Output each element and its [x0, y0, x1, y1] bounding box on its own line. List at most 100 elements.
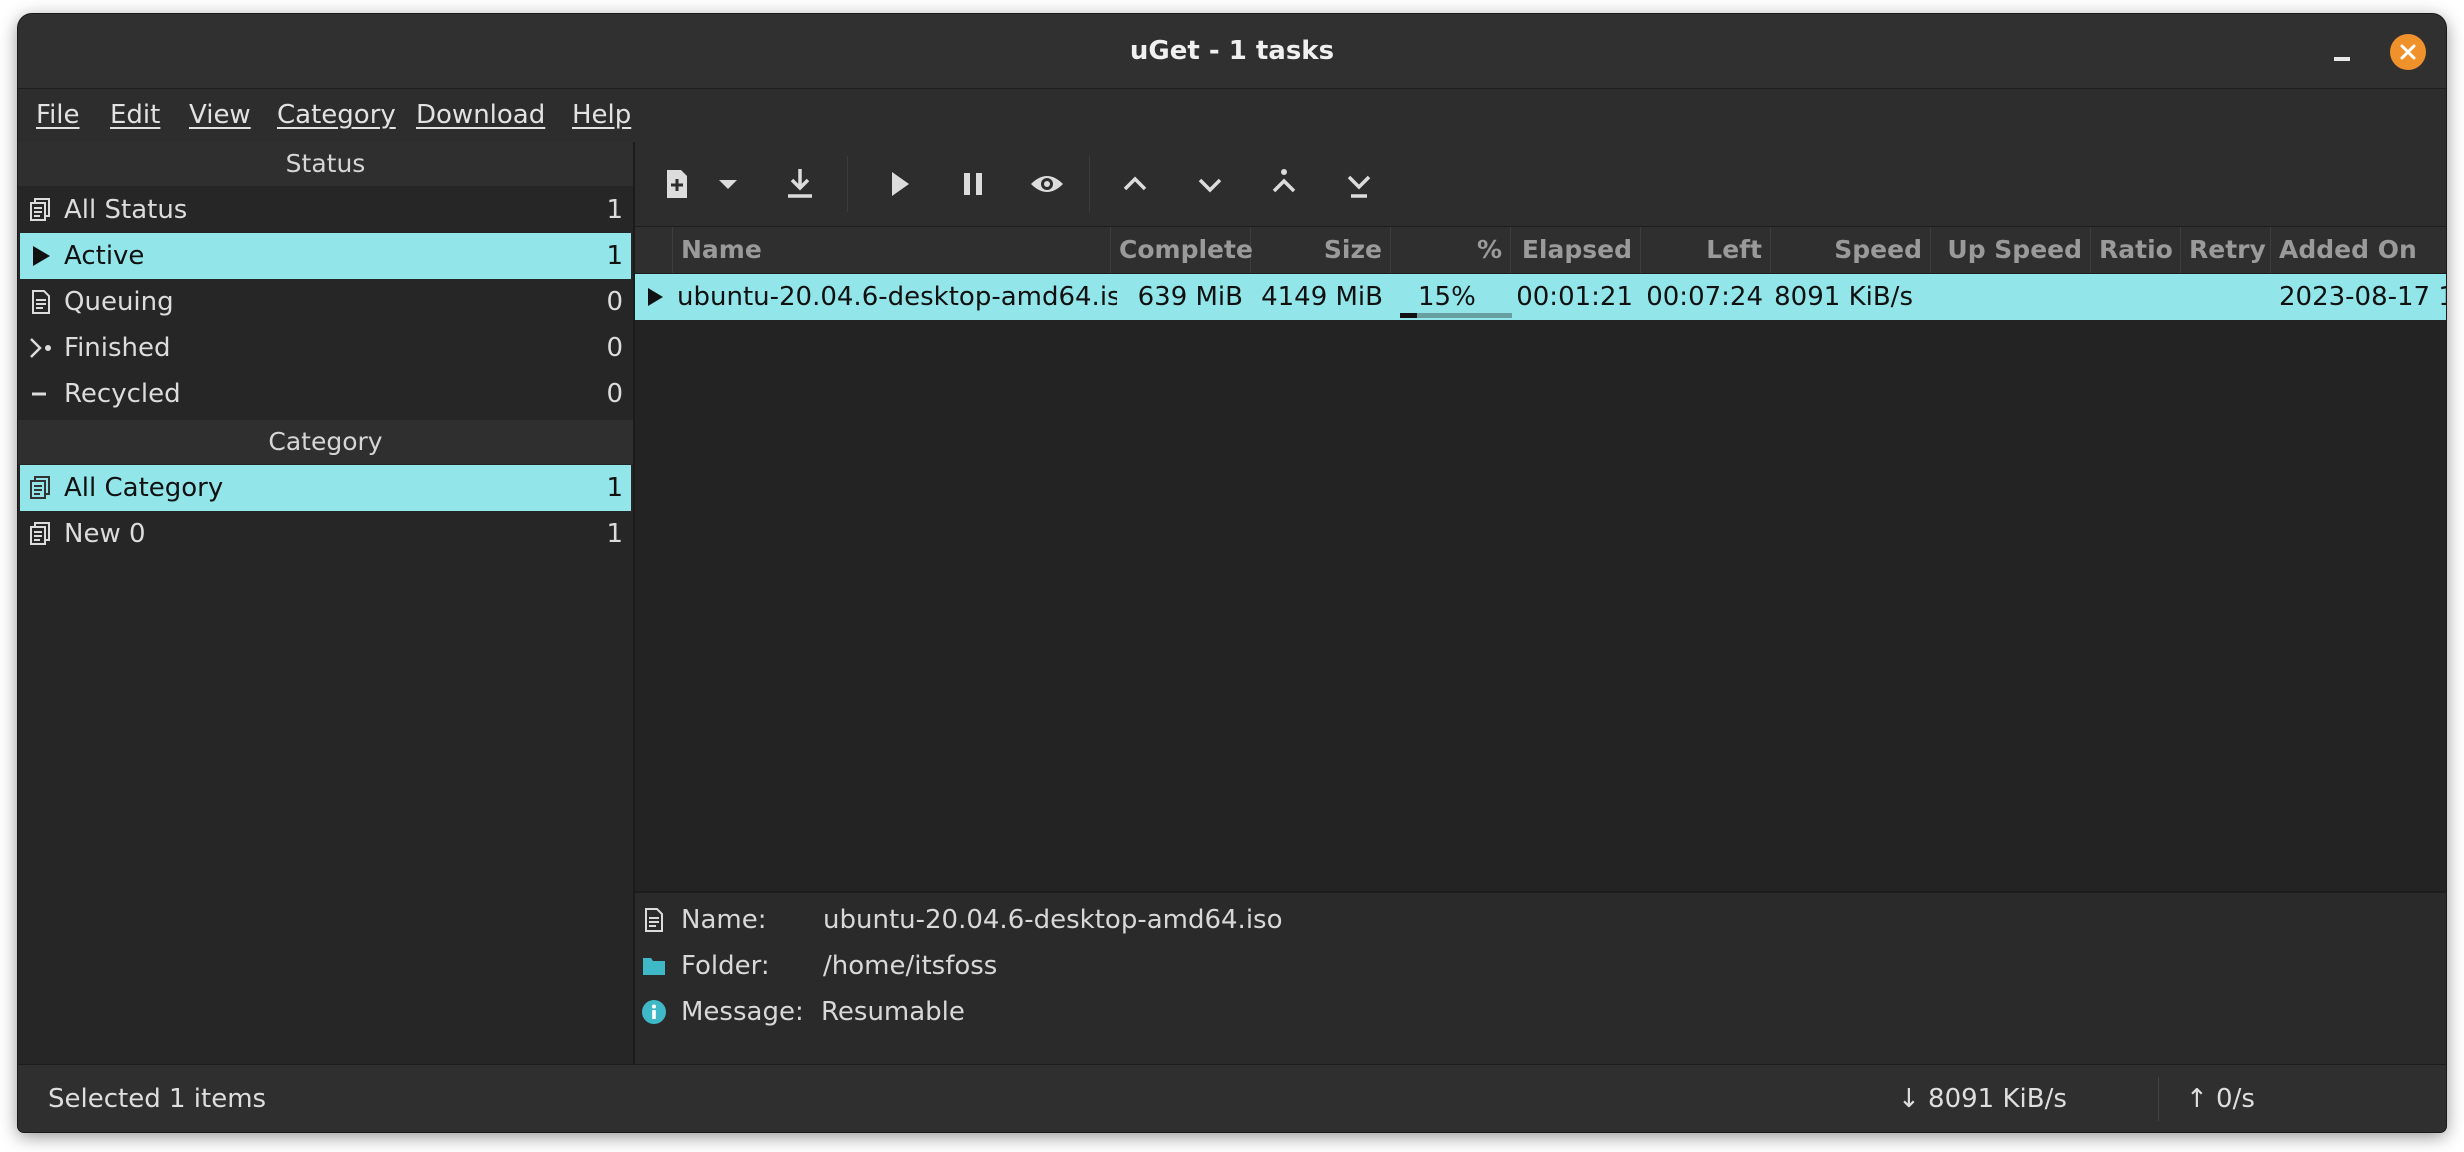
menu-view[interactable]: View	[189, 89, 251, 142]
menu-edit[interactable]: Edit	[110, 89, 160, 142]
sidebar-item-count: 1	[606, 511, 623, 557]
status-divider	[2158, 1077, 2159, 1121]
details-folder-value: /home/itsfoss	[823, 943, 997, 989]
move-bottom-button[interactable]	[1335, 160, 1383, 208]
details-pane: Name: ubuntu-20.04.6-desktop-amd64.iso F…	[635, 891, 2446, 1066]
column-header-status[interactable]	[635, 227, 673, 273]
sidebar-item-recycled[interactable]: Recycled 0	[20, 371, 631, 417]
document-icon	[641, 907, 667, 933]
task-list: ubuntu-20.04.6-desktop-amd64.iso 639 MiB…	[635, 274, 2446, 891]
column-header-percent[interactable]: %	[1391, 227, 1511, 273]
minimize-button[interactable]	[2326, 36, 2358, 68]
move-down-button[interactable]	[1186, 160, 1234, 208]
column-header-ratio[interactable]: Ratio	[2091, 227, 2181, 273]
task-name: ubuntu-20.04.6-desktop-amd64.iso	[677, 274, 1117, 320]
batch-download-button[interactable]	[776, 160, 824, 208]
move-up-button[interactable]	[1111, 160, 1159, 208]
menu-help[interactable]: Help	[572, 89, 631, 142]
task-added-on: 2023-08-17 14	[2279, 274, 2446, 320]
document-icon	[28, 289, 54, 315]
details-message-row: Message: Resumable	[635, 989, 2435, 1035]
sidebar-item-count: 1	[606, 465, 623, 511]
start-icon	[875, 160, 923, 208]
status-bar: Selected 1 items ↓ 8091 KiB/s ↑ 0/s	[18, 1064, 2446, 1132]
task-up-speed	[1931, 274, 2083, 320]
task-complete: 639 MiB	[1111, 274, 1243, 320]
column-header-up-speed[interactable]: Up Speed	[1931, 227, 2091, 273]
active-status-icon	[643, 285, 667, 309]
column-header-name[interactable]: Name	[673, 227, 1111, 273]
sidebar-item-count: 0	[606, 325, 623, 371]
column-header-speed[interactable]: Speed	[1771, 227, 1931, 273]
column-header-left[interactable]: Left	[1641, 227, 1771, 273]
column-header-added-on[interactable]: Added On	[2271, 227, 2446, 273]
category-header: Category	[18, 420, 633, 464]
column-header-complete[interactable]: Complete	[1111, 227, 1251, 273]
details-name-label: Name:	[681, 897, 766, 943]
menu-category[interactable]: Category	[277, 89, 396, 142]
sidebar-item-label: All Category	[64, 465, 223, 511]
task-left: 00:07:24	[1641, 274, 1763, 320]
documents-icon	[28, 475, 54, 501]
sidebar-item-new-0[interactable]: New 0 1	[20, 511, 631, 557]
move-top-button[interactable]	[1260, 160, 1308, 208]
details-folder-label: Folder:	[681, 943, 770, 989]
column-header-retry[interactable]: Retry	[2181, 227, 2271, 273]
move-up-icon	[1111, 160, 1159, 208]
move-down-icon	[1186, 160, 1234, 208]
sidebar-item-active[interactable]: Active 1	[20, 233, 631, 279]
download-speed: ↓ 8091 KiB/s	[1898, 1065, 2067, 1132]
new-download-menu-button[interactable]	[704, 160, 752, 208]
menu-bar: File Edit View Category Download Help	[18, 89, 2446, 142]
sidebar-item-all-status[interactable]: All Status 1	[20, 187, 631, 233]
sidebar-item-count: 0	[606, 371, 623, 417]
table-row[interactable]: ubuntu-20.04.6-desktop-amd64.iso 639 MiB…	[635, 274, 2446, 320]
task-list-header: Name Complete Size % Elapsed Left Speed …	[635, 227, 2446, 274]
title-bar[interactable]: uGet - 1 tasks	[18, 14, 2446, 89]
details-name-row: Name: ubuntu-20.04.6-desktop-amd64.iso	[635, 897, 2435, 943]
documents-icon	[28, 197, 54, 223]
pause-button[interactable]	[949, 160, 997, 208]
menu-download[interactable]: Download	[416, 89, 545, 142]
toolbar-separator	[847, 156, 848, 212]
task-speed: 8091 KiB/s	[1771, 274, 1913, 320]
move-bottom-icon	[1335, 160, 1383, 208]
new-download-icon	[653, 160, 701, 208]
details-folder-row: Folder: /home/itsfoss	[635, 943, 2435, 989]
column-header-elapsed[interactable]: Elapsed	[1511, 227, 1641, 273]
properties-eye-icon	[1023, 160, 1071, 208]
documents-icon	[28, 521, 54, 547]
folder-icon	[641, 953, 667, 979]
toolbar	[635, 142, 2446, 227]
window-title: uGet - 1 tasks	[18, 14, 2446, 88]
start-button[interactable]	[875, 160, 923, 208]
sidebar-item-count: 0	[606, 279, 623, 325]
sidebar-item-label: New 0	[64, 511, 146, 557]
sidebar-item-label: Recycled	[64, 371, 181, 417]
sidebar-item-all-category[interactable]: All Category 1	[20, 465, 631, 511]
sidebar: Status All Status 1 Active 1	[18, 142, 635, 1064]
column-header-size[interactable]: Size	[1251, 227, 1391, 273]
sidebar-item-label: Finished	[64, 325, 171, 371]
status-header: Status	[18, 142, 633, 186]
sidebar-item-finished[interactable]: Finished 0	[20, 325, 631, 371]
sidebar-item-queuing[interactable]: Queuing 0	[20, 279, 631, 325]
sidebar-item-label: Active	[64, 233, 144, 279]
properties-button[interactable]	[1023, 160, 1071, 208]
close-icon	[2398, 42, 2418, 62]
task-retry	[2181, 274, 2263, 320]
upload-speed: ↑ 0/s	[2186, 1065, 2255, 1132]
task-progress-bar	[1400, 313, 1512, 318]
details-message-value: Resumable	[821, 989, 965, 1035]
move-top-icon	[1260, 160, 1308, 208]
details-message-label: Message:	[681, 989, 804, 1035]
menu-file[interactable]: File	[36, 89, 80, 142]
toolbar-separator	[1089, 156, 1090, 212]
finished-icon	[28, 335, 54, 361]
info-icon	[641, 999, 667, 1025]
new-download-button[interactable]	[653, 160, 701, 208]
pause-icon	[949, 160, 997, 208]
dropdown-arrow-icon	[704, 160, 752, 208]
sidebar-item-label: All Status	[64, 187, 187, 233]
close-button[interactable]	[2390, 34, 2426, 70]
